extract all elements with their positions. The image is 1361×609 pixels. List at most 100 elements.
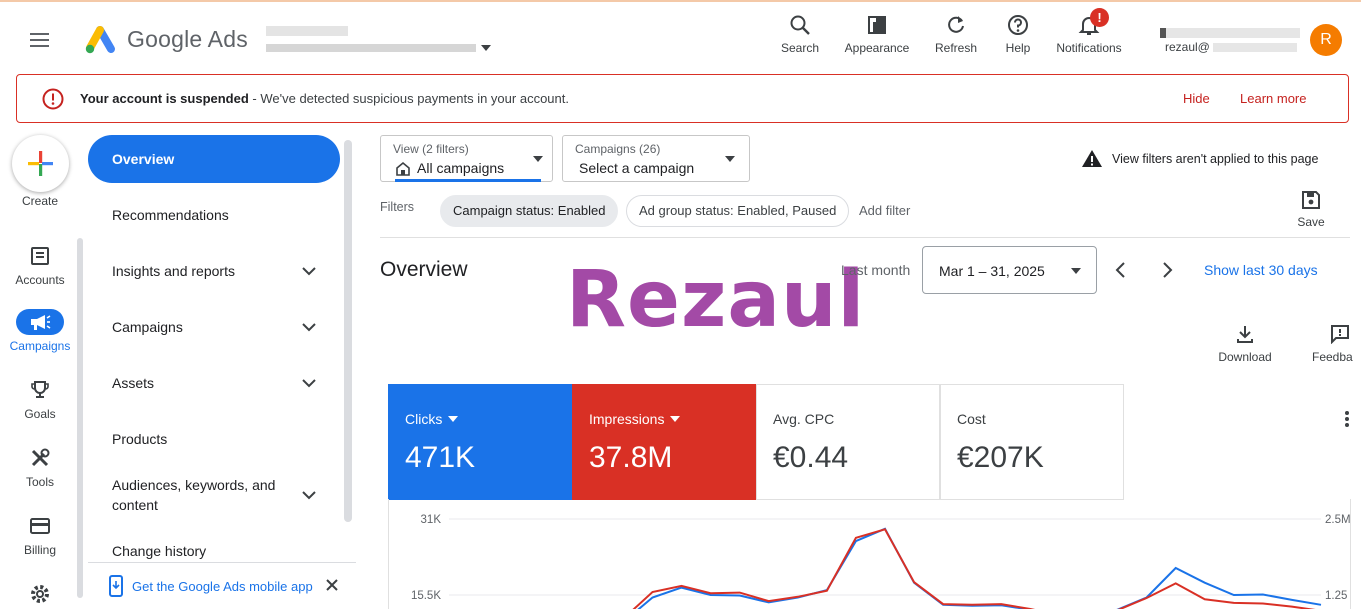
feedback-button[interactable]: Feedba [1312,324,1361,364]
series-line-impressions [632,528,1316,609]
rail-scrollbar[interactable] [77,238,83,598]
metric-card-impressions[interactable]: Impressions 37.8M [572,384,756,500]
rail-item-goals[interactable]: Goals [4,377,76,421]
view-value: All campaigns [417,160,505,176]
rail-label: Goals [24,407,56,421]
billing-icon [29,517,51,535]
rail-item-billing[interactable]: Billing [4,513,76,557]
plus-icon [28,151,53,176]
metric-label: Clicks [405,411,443,427]
menu-icon[interactable] [22,24,58,56]
appearance-button[interactable]: Appearance [840,14,914,60]
metric-card-cost[interactable]: Cost €207K [940,384,1124,500]
account-id-redacted [266,44,476,52]
nav-item-campaigns[interactable]: Campaigns [88,303,340,351]
app-name: Google Ads [127,26,248,52]
nav-item-products[interactable]: Products [88,415,340,463]
search-button[interactable]: Search [779,14,821,60]
metric-card-avg-cpc[interactable]: Avg. CPC €0.44 [756,384,940,500]
chevron-down-icon [302,322,316,332]
show-last-30-days-link[interactable]: Show last 30 days [1204,262,1318,278]
metric-value: €0.44 [773,441,849,474]
rail-item-admin[interactable] [4,581,76,607]
notifications-label: Notifications [1056,41,1122,55]
account-dropdown-icon[interactable] [480,43,492,53]
user-name-redacted [1160,28,1300,38]
rail-label: Billing [23,543,56,557]
warning-icon [1081,149,1103,168]
rail-item-campaigns[interactable]: Campaigns [4,309,76,353]
caret-down-icon [670,416,681,422]
add-filter-button[interactable]: Add filter [859,203,910,218]
metric-card-clicks[interactable]: Clicks 471K [388,384,572,500]
notifications-button[interactable]: Notifications [1050,14,1128,60]
watermark-text: Rezaul [566,255,866,345]
view-underline [395,179,541,182]
mobile-app-banner: Get the Google Ads mobile app [88,562,356,609]
filter-warning-text: View filters aren't applied to this page [1112,152,1319,166]
nav-item-assets[interactable]: Assets [88,359,340,407]
nav-item-overview[interactable]: Overview [88,135,340,183]
refresh-icon [945,14,967,36]
campaign-selector[interactable]: Campaigns (26) Select a campaign [562,135,750,182]
view-selector[interactable]: View (2 filters) All campaigns [380,135,553,182]
alert-message: Your account is suspended - We've detect… [80,91,569,106]
left-axis-tick: 31K [421,514,442,526]
megaphone-icon [29,313,51,331]
gear-icon [29,583,51,605]
phone-icon [108,575,124,597]
accounts-icon [30,246,50,266]
refresh-button[interactable]: Refresh [930,14,982,60]
filters-label: Filters [380,200,415,214]
mobile-app-link[interactable]: Get the Google Ads mobile app [132,579,313,594]
next-period-icon[interactable] [1162,262,1174,278]
alert-detail: - We've detected suspicious payments in … [248,91,569,106]
tools-icon [29,447,51,469]
hide-alert-button[interactable]: Hide [1183,91,1210,106]
view-filters-label: View (2 filters) [393,142,469,156]
performance-chart: 31K 15.5K 2.5M 1.25 [411,514,1351,609]
help-button[interactable]: Help [998,14,1038,60]
dropdown-arrow-icon [1071,268,1081,274]
save-button[interactable]: Save [1292,190,1330,229]
filter-chip-campaign-status[interactable]: Campaign status: Enabled [440,195,619,227]
filter-chip-ad-group-status[interactable]: Ad group status: Enabled, Paused [626,195,850,227]
trophy-icon [30,380,50,400]
metric-value: €207K [957,441,1044,474]
nav-scrollbar[interactable] [344,140,352,522]
refresh-label: Refresh [934,41,978,55]
create-label: Create [21,194,59,208]
download-icon [1235,324,1255,344]
nav-item-change-history[interactable]: Change history [88,538,340,564]
close-icon[interactable] [326,579,338,591]
chevron-down-icon [302,490,316,500]
rail-label: Campaigns [9,339,71,353]
nav-label: Products [112,431,168,447]
right-axis-tick: 2.5M [1325,514,1351,526]
nav-item-insights[interactable]: Insights and reports [88,247,340,295]
period-label: Last month [841,262,911,278]
metric-label: Impressions [589,411,665,427]
page-title: Overview [380,258,468,281]
date-range-picker[interactable]: Mar 1 – 31, 2025 [922,246,1097,294]
more-options-icon[interactable] [1344,410,1350,428]
nav-label: Recommendations [112,207,229,223]
nav-item-audiences[interactable]: Audiences, keywords, and content [88,471,340,519]
google-ads-logo-icon [82,24,118,56]
create-button[interactable] [12,135,69,192]
download-button[interactable]: Download [1212,324,1278,364]
avatar[interactable]: R [1310,24,1342,56]
nav-label: Assets [112,375,155,391]
help-label: Help [1005,41,1031,55]
metric-label: Avg. CPC [773,411,835,427]
learn-more-link[interactable]: Learn more [1240,91,1306,106]
save-icon [1301,190,1321,210]
nav-item-recommendations[interactable]: Recommendations [88,191,340,239]
series-line-clicks [637,527,1322,609]
rail-item-accounts[interactable]: Accounts [4,243,76,287]
right-axis-tick: 1.25 [1325,590,1347,602]
date-range-value: Mar 1 – 31, 2025 [939,263,1045,279]
previous-period-icon[interactable] [1114,262,1126,278]
rail-item-tools[interactable]: Tools [4,445,76,489]
chevron-down-icon [302,266,316,276]
